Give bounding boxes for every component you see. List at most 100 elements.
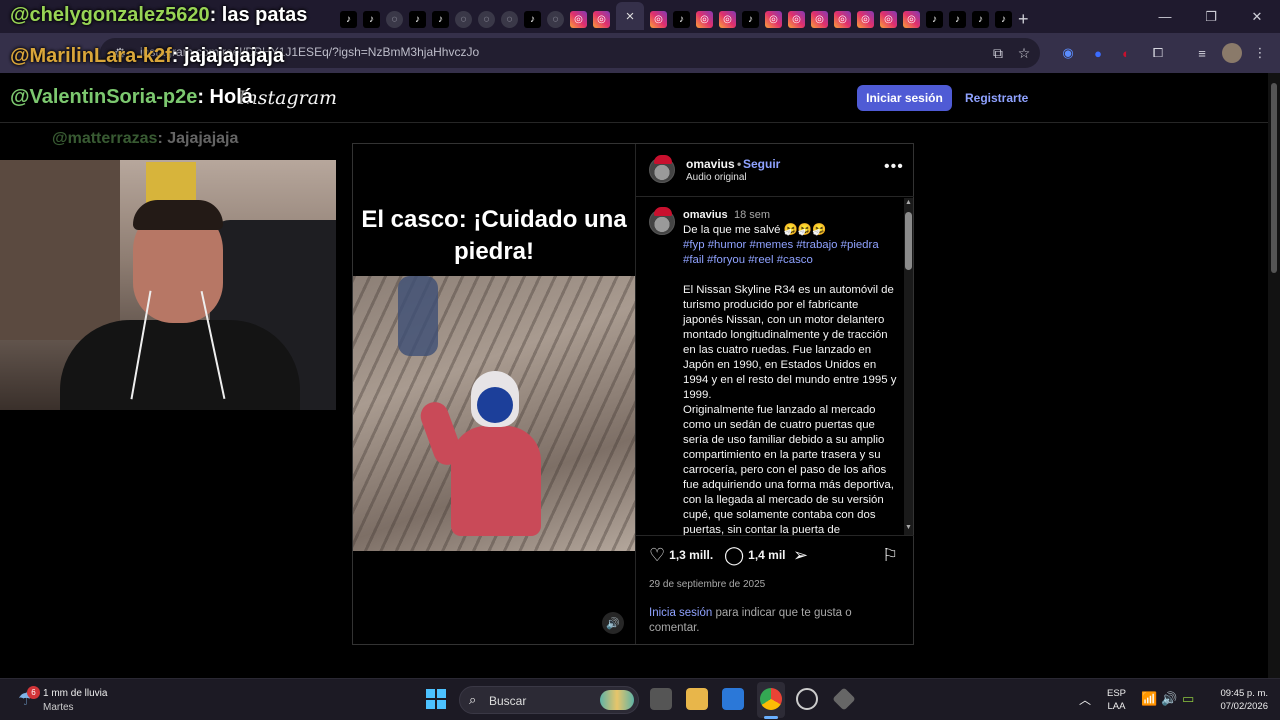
- caption-hashtags[interactable]: #fyp #humor #memes #trabajo #piedra #fai…: [683, 238, 898, 268]
- extension-icon[interactable]: ◐: [1116, 43, 1136, 63]
- clock[interactable]: 09:45 p. m. 07/02/2026: [1206, 687, 1268, 713]
- restore-button[interactable]: ❐: [1188, 0, 1234, 33]
- tiktok-tab-icon[interactable]: ♪: [949, 10, 966, 28]
- globe-tab-icon[interactable]: ◌: [455, 10, 472, 28]
- post-sidebar: omavius • Seguir Audio original ••• omav…: [635, 144, 914, 644]
- tiktok-tab-icon[interactable]: ♪: [524, 10, 541, 28]
- comment-author[interactable]: omavius: [683, 209, 728, 221]
- caption-first-line: De la que me salvé 🤧🤧🤧: [683, 224, 827, 236]
- globe-tab-icon[interactable]: ◌: [547, 10, 564, 28]
- author-avatar[interactable]: [649, 207, 675, 235]
- wifi-icon[interactable]: 📶: [1141, 691, 1157, 707]
- start-button[interactable]: [426, 689, 446, 709]
- tiktok-tab-icon[interactable]: ♪: [432, 10, 449, 28]
- active-tab-close-icon[interactable]: ×: [616, 2, 644, 30]
- instagram-tab-icon[interactable]: ◎: [880, 10, 897, 28]
- media-control-icon[interactable]: ≡: [1192, 43, 1212, 63]
- bookmark-star-icon[interactable]: ☆: [1014, 43, 1034, 63]
- follow-button[interactable]: Seguir: [743, 157, 780, 171]
- install-app-icon[interactable]: ⧉: [988, 43, 1008, 63]
- file-explorer-icon[interactable]: [686, 688, 708, 710]
- instagram-tab-icon[interactable]: ◎: [811, 10, 828, 28]
- instagram-tab-icon[interactable]: ◎: [650, 10, 667, 28]
- scroll-thumb[interactable]: [905, 212, 912, 270]
- chevron-up-icon[interactable]: ︿: [1079, 691, 1091, 708]
- author-avatar[interactable]: [649, 155, 675, 183]
- caption-text: De la que me salvé 🤧🤧🤧 #fyp #humor #meme…: [683, 223, 898, 535]
- register-link[interactable]: Registrarte: [965, 85, 1028, 111]
- login-prompt: Inicia sesión para indicar que te gusta …: [649, 606, 894, 636]
- window-controls: — ❐ ✕: [1142, 0, 1280, 33]
- globe-tab-icon[interactable]: ◌: [386, 10, 403, 28]
- instagram-tab-icon[interactable]: ◎: [788, 10, 805, 28]
- instagram-tab-icon[interactable]: ◎: [857, 10, 874, 28]
- store-icon[interactable]: [722, 688, 744, 710]
- chat-username: @chelygonzalez5620: [10, 4, 210, 26]
- globe-tab-icon[interactable]: ◌: [501, 10, 518, 28]
- minimize-button[interactable]: —: [1142, 0, 1188, 33]
- page-scrollbar[interactable]: [1268, 73, 1280, 678]
- instagram-tab-icon[interactable]: ◎: [696, 10, 713, 28]
- new-tab-button[interactable]: +: [1018, 9, 1029, 30]
- save-bookmark-icon[interactable]: ⚐: [882, 546, 898, 564]
- app-icon[interactable]: [832, 687, 856, 711]
- instagram-tab-icon[interactable]: ◎: [903, 10, 920, 28]
- obs-icon[interactable]: [796, 688, 818, 710]
- battery-icon[interactable]: ▭: [1182, 691, 1194, 707]
- chrome-icon[interactable]: [760, 688, 782, 710]
- login-button[interactable]: Iniciar sesión: [857, 85, 952, 111]
- taskbar-search[interactable]: ⌕ Buscar: [459, 686, 639, 714]
- notification-badge: 6: [27, 686, 40, 699]
- tiktok-tab-icon[interactable]: ♪: [742, 10, 759, 28]
- video-caption: El casco: ¡Cuidado una piedra!: [361, 206, 627, 265]
- language-indicator[interactable]: ESP LAA: [1107, 687, 1126, 713]
- tiktok-tab-icon[interactable]: ♪: [340, 10, 357, 28]
- heart-icon[interactable]: ♡: [649, 546, 665, 564]
- close-window-button[interactable]: ✕: [1234, 0, 1280, 33]
- like-count: 1,3 mill.: [669, 548, 714, 562]
- language-code: ESP: [1107, 688, 1127, 699]
- weather-day: Martes: [43, 702, 74, 713]
- chat-text: : jajajajajaja: [171, 45, 285, 67]
- extension-icon[interactable]: ◉: [1058, 43, 1078, 63]
- more-options-icon[interactable]: •••: [884, 158, 904, 176]
- tiktok-tab-icon[interactable]: ♪: [926, 10, 943, 28]
- share-icon[interactable]: ➢: [793, 546, 808, 564]
- author-name[interactable]: omavius: [686, 157, 735, 171]
- page-scroll-thumb[interactable]: [1271, 83, 1277, 273]
- reel-video[interactable]: El casco: ¡Cuidado una piedra! 🔊: [353, 144, 635, 644]
- volume-icon[interactable]: 🔊: [1161, 691, 1177, 707]
- tiktok-tab-icon[interactable]: ♪: [972, 10, 989, 28]
- like-action[interactable]: ♡ 1,3 mill.: [649, 546, 713, 564]
- chat-text: : Holá: [197, 86, 253, 108]
- login-prompt-link[interactable]: Inicia sesión: [649, 607, 712, 619]
- chat-username: @MarilinLara-k2f: [10, 45, 172, 67]
- tiktok-tab-icon[interactable]: ♪: [363, 10, 380, 28]
- menu-icon[interactable]: ⋮: [1250, 43, 1270, 63]
- globe-tab-icon[interactable]: ◌: [478, 10, 495, 28]
- weather-widget[interactable]: ☂ 6 1 mm de lluvia Martes: [16, 686, 126, 714]
- task-view-icon[interactable]: [650, 688, 672, 710]
- speaker-icon[interactable]: 🔊: [602, 612, 624, 634]
- instagram-tab-icon[interactable]: ◎: [834, 10, 851, 28]
- caption-scrollbar[interactable]: ▲ ▼: [904, 198, 913, 535]
- instagram-tab-icon[interactable]: ◎: [593, 10, 610, 28]
- comment-action[interactable]: ◯ 1,4 mil: [724, 546, 786, 564]
- active-app-indicator: [764, 716, 778, 719]
- instagram-tab-icon[interactable]: ◎: [719, 10, 736, 28]
- instagram-tab-icon[interactable]: ◎: [765, 10, 782, 28]
- chat-text: : las patas: [209, 4, 308, 26]
- caption-section: omavius 18 sem De la que me salvé 🤧🤧🤧 #f…: [636, 198, 914, 536]
- worker-figure: [416, 371, 558, 551]
- profile-avatar[interactable]: [1222, 43, 1242, 63]
- comment-bubble-icon[interactable]: ◯: [724, 546, 744, 564]
- extensions-puzzle-icon[interactable]: ⧠: [1148, 43, 1168, 63]
- instagram-tab-icon[interactable]: ◎: [570, 10, 587, 28]
- reel-post: El casco: ¡Cuidado una piedra! 🔊 omavius…: [352, 143, 914, 645]
- tiktok-tab-icon[interactable]: ♪: [673, 10, 690, 28]
- tiktok-tab-icon[interactable]: ♪: [409, 10, 426, 28]
- tiktok-tab-icon[interactable]: ♪: [995, 10, 1012, 28]
- audio-label[interactable]: Audio original: [686, 172, 747, 183]
- extension-icon[interactable]: ●: [1088, 43, 1108, 63]
- chat-text: : Jajajajaja: [157, 130, 239, 147]
